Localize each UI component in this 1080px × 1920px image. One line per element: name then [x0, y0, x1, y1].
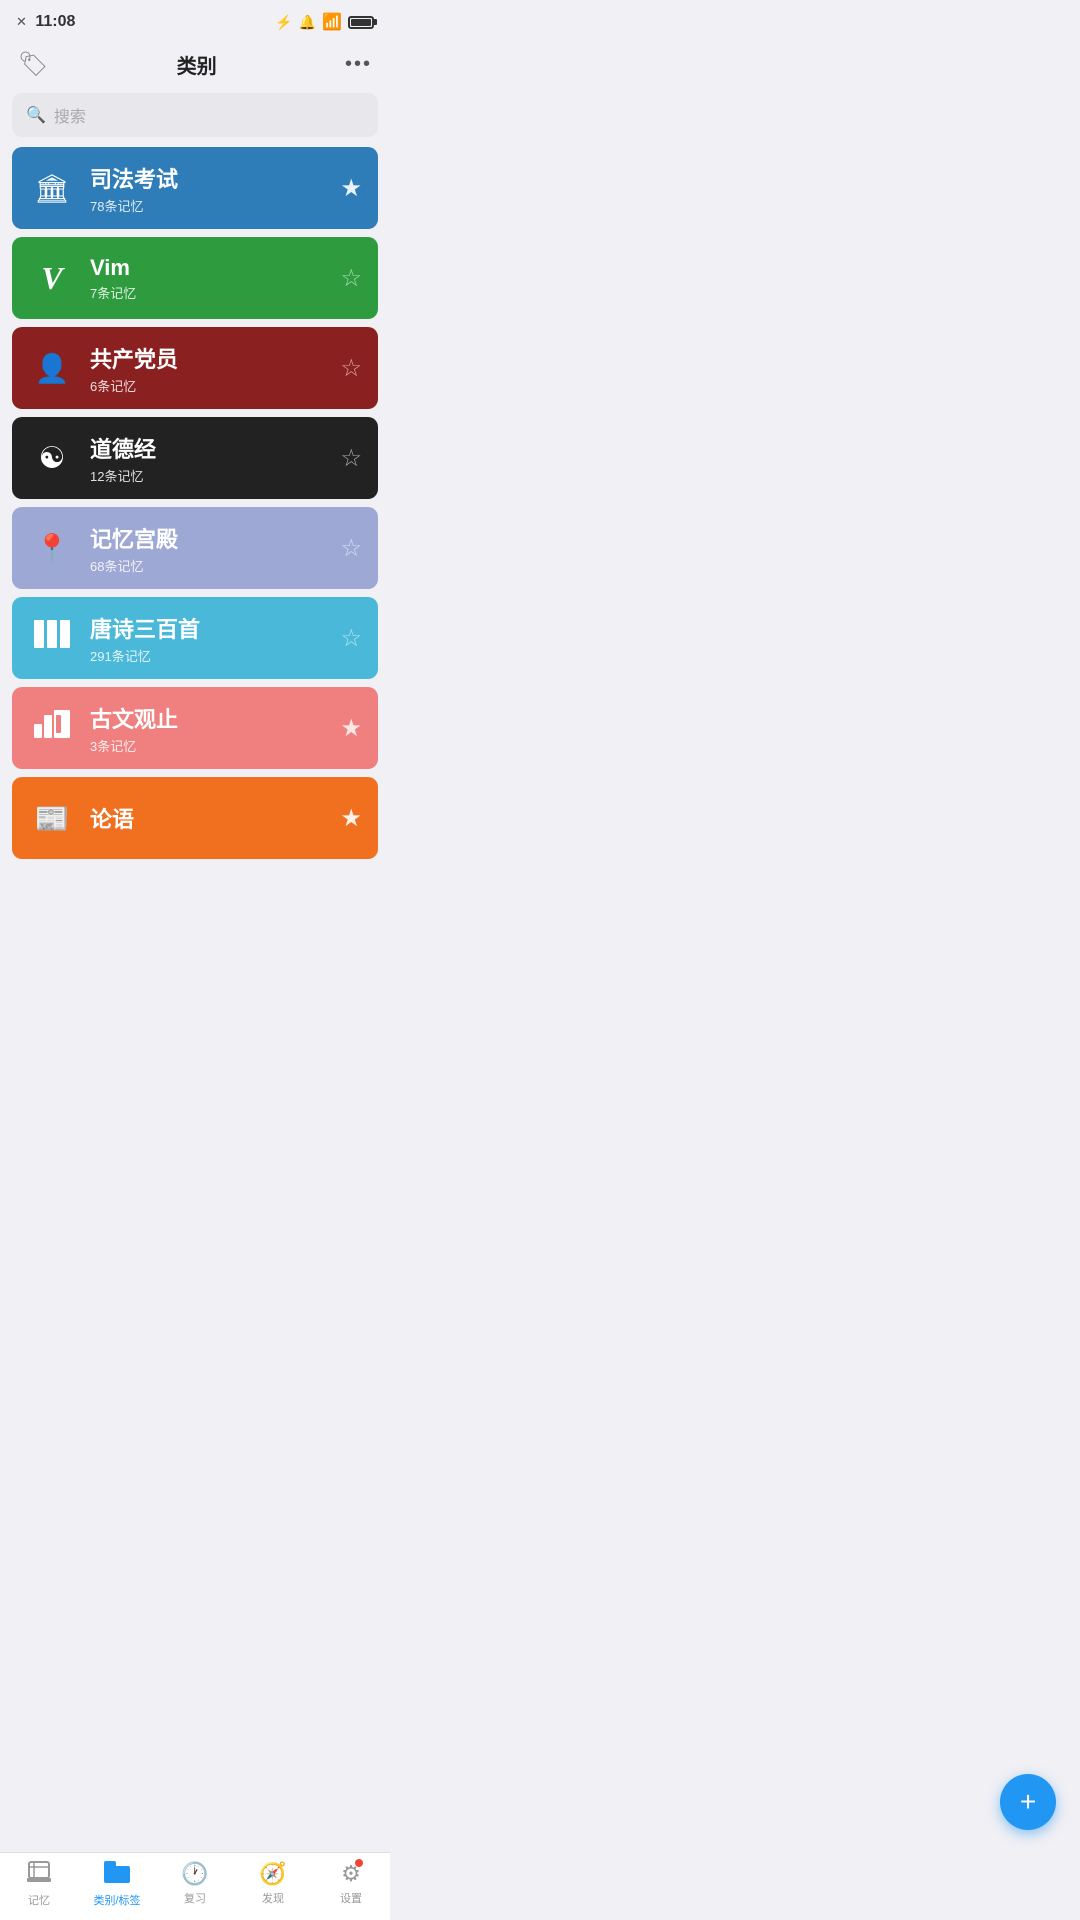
card-text: Vim 7条记忆 [90, 255, 340, 302]
add-category-button[interactable]: + [1000, 1774, 1056, 1830]
nav-label-review: 复习 [184, 1890, 206, 1906]
card-title: 共产党员 [90, 342, 340, 374]
card-icon-wrap: 📰 [28, 794, 76, 842]
wifi-icon: 📶 [322, 12, 342, 32]
star-icon[interactable]: ★ [340, 174, 362, 203]
card-title: Vim [90, 255, 340, 281]
memory-nav-icon [27, 1861, 51, 1889]
nav-label-category: 类别/标签 [93, 1892, 140, 1908]
star-icon[interactable]: ★ [340, 714, 362, 743]
card-subtitle: 68条记忆 [90, 556, 340, 575]
card-text: 记忆宫殿 68条记忆 [90, 522, 340, 575]
nav-item-settings[interactable]: ⚙ 设置 [312, 1861, 390, 1906]
category-nav-icon [104, 1861, 130, 1889]
category-card-sifa[interactable]: 🏛 司法考试 78条记忆 ★ [12, 147, 378, 229]
bottom-nav: 记忆 类别/标签 🕐 复习 🧭 发现 ⚙ 设置 [0, 1852, 390, 1920]
card-text: 论语 [90, 802, 340, 834]
card-subtitle: 3条记忆 [90, 736, 340, 755]
silent-icon: 🔔 [299, 14, 316, 31]
search-placeholder-text: 搜索 [54, 103, 86, 127]
card-title: 古文观止 [90, 702, 340, 734]
bluetooth-icon: ⚡ [275, 14, 292, 31]
card-icon-wrap: ☯ [28, 434, 76, 482]
card-text: 司法考试 78条记忆 [90, 162, 340, 215]
card-icon-wrap: 📍 [28, 524, 76, 572]
card-subtitle: 78条记忆 [90, 196, 340, 215]
tag-icon[interactable]: 🏷 [18, 50, 48, 79]
clock-nav-icon: 🕐 [181, 1861, 208, 1887]
star-icon[interactable]: ☆ [340, 444, 362, 473]
card-subtitle: 7条记忆 [90, 283, 340, 302]
card-subtitle: 291条记忆 [90, 646, 340, 665]
person-icon: 👤 [35, 352, 70, 385]
battery-fill [351, 19, 371, 26]
card-title: 司法考试 [90, 162, 340, 194]
status-time: 11:08 [35, 13, 75, 30]
card-title: 道德经 [90, 432, 340, 464]
settings-icon-wrap: ⚙ [341, 1861, 361, 1887]
header: 🏷 类别 ••• [0, 40, 390, 93]
card-icon-wrap: V [28, 254, 76, 302]
chart-icon [34, 710, 70, 746]
category-card-lunyu[interactable]: 📰 论语 ★ [12, 777, 378, 859]
category-card-vim[interactable]: V Vim 7条记忆 ☆ [12, 237, 378, 319]
card-text: 道德经 12条记忆 [90, 432, 340, 485]
sim-icon: ✕ [16, 14, 27, 29]
card-subtitle: 12条记忆 [90, 466, 340, 485]
nav-label-memory: 记忆 [28, 1892, 50, 1908]
card-text: 古文观止 3条记忆 [90, 702, 340, 755]
yinyang-icon: ☯ [39, 441, 66, 476]
vim-icon: V [41, 260, 62, 297]
star-icon[interactable]: ☆ [340, 264, 362, 293]
battery-icon [348, 16, 374, 29]
grid-icon [34, 620, 70, 656]
nav-item-category[interactable]: 类别/标签 [78, 1861, 156, 1908]
card-icon-wrap [28, 614, 76, 662]
settings-badge [355, 1859, 363, 1867]
compass-nav-icon: 🧭 [259, 1861, 286, 1887]
card-icon-wrap [28, 704, 76, 752]
nav-item-memory[interactable]: 记忆 [0, 1861, 78, 1908]
newspaper-icon: 📰 [35, 802, 70, 835]
nav-item-review[interactable]: 🕐 复习 [156, 1861, 234, 1906]
card-text: 唐诗三百首 291条记忆 [90, 612, 340, 665]
plus-icon: + [1020, 1788, 1036, 1816]
category-list: 🏛 司法考试 78条记忆 ★ V Vim 7条记忆 ☆ 👤 共产党员 6条记忆 … [0, 147, 390, 949]
category-card-gongchan[interactable]: 👤 共产党员 6条记忆 ☆ [12, 327, 378, 409]
card-title: 记忆宫殿 [90, 522, 340, 554]
building-icon: 🏛 [34, 172, 70, 205]
nav-label-discover: 发现 [262, 1890, 284, 1906]
nav-item-discover[interactable]: 🧭 发现 [234, 1861, 312, 1906]
card-icon-wrap: 🏛 [28, 164, 76, 212]
category-card-jiyigong[interactable]: 📍 记忆宫殿 68条记忆 ☆ [12, 507, 378, 589]
more-button[interactable]: ••• [345, 53, 372, 76]
star-icon[interactable]: ☆ [340, 354, 362, 383]
location-icon: 📍 [35, 532, 70, 565]
status-icons: ⚡ 🔔 📶 [275, 12, 374, 32]
category-card-daodejing[interactable]: ☯ 道德经 12条记忆 ☆ [12, 417, 378, 499]
category-card-guwenguanzhi[interactable]: 古文观止 3条记忆 ★ [12, 687, 378, 769]
nav-label-settings: 设置 [340, 1890, 362, 1906]
bottom-wrapper: 记忆 类别/标签 🕐 复习 🧭 发现 ⚙ 设置 [0, 1884, 390, 1920]
status-left: ✕ 11:08 [16, 13, 75, 31]
card-title: 唐诗三百首 [90, 612, 340, 644]
status-bar: ✕ 11:08 ⚡ 🔔 📶 [0, 0, 390, 40]
card-title: 论语 [90, 802, 340, 834]
card-icon-wrap: 👤 [28, 344, 76, 392]
card-subtitle: 6条记忆 [90, 376, 340, 395]
search-bar[interactable]: 🔍 搜索 [12, 93, 378, 137]
page-title: 类别 [177, 50, 217, 79]
search-icon: 🔍 [26, 105, 46, 125]
star-icon[interactable]: ☆ [340, 534, 362, 563]
star-icon[interactable]: ☆ [340, 624, 362, 653]
category-card-tangshi[interactable]: 唐诗三百首 291条记忆 ☆ [12, 597, 378, 679]
star-icon[interactable]: ★ [340, 804, 362, 833]
card-text: 共产党员 6条记忆 [90, 342, 340, 395]
